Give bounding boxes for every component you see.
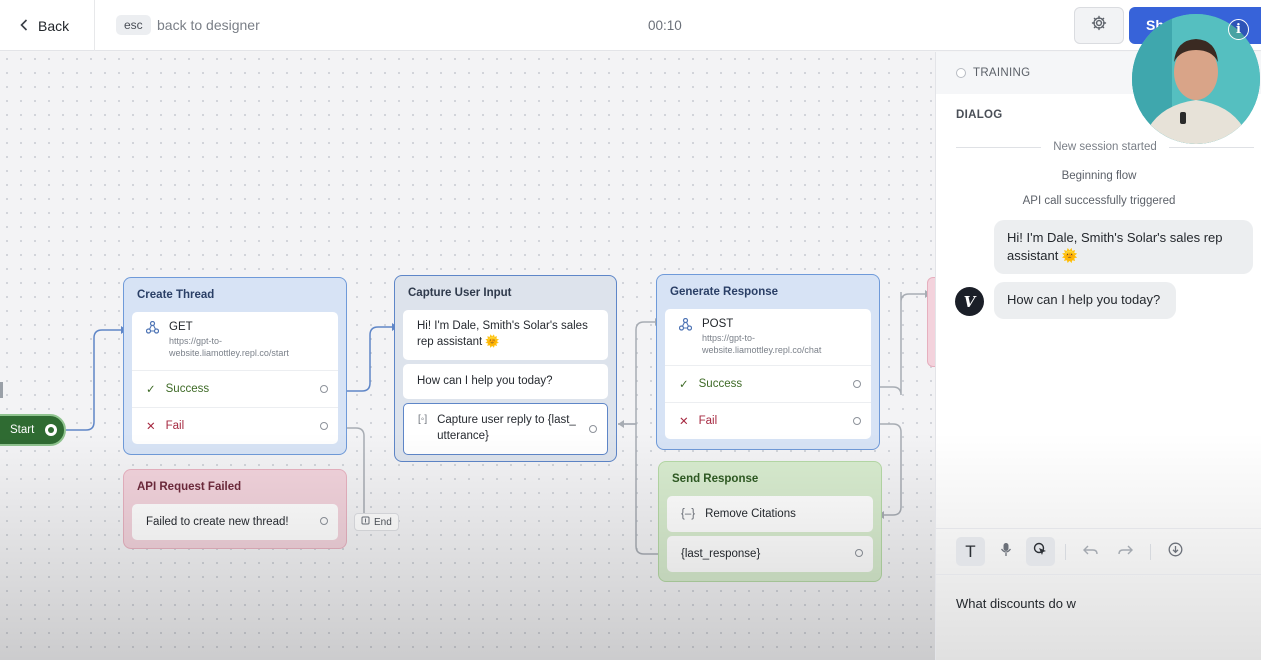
training-label: TRAINING <box>973 67 1031 79</box>
session-started-text: New session started <box>1053 141 1157 153</box>
x-icon: ✕ <box>679 416 689 428</box>
user-message-bubble: Hi! I'm Dale, Smith's Solar's sales rep … <box>994 220 1253 274</box>
top-bar: Back esc back to designer 00:10 Sh <box>0 0 1261 51</box>
prototype-panel: TRAINING DIALOG New session started Begi… <box>935 52 1261 660</box>
message-card[interactable]: Hi! I'm Dale, Smith's Solar's sales rep … <box>403 310 608 360</box>
chevron-left-icon <box>20 18 28 34</box>
message-text: Hi! I'm Dale, Smith's Solar's sales rep … <box>417 320 588 348</box>
api-icon <box>678 317 693 334</box>
node-title: Generate Response <box>670 286 779 298</box>
text-icon: T <box>965 541 976 561</box>
redo-icon <box>1118 543 1133 561</box>
capture-user-input-node[interactable]: Capture User Input Hi! I'm Dale, Smith's… <box>394 275 617 462</box>
node-title: Capture User Input <box>408 287 512 299</box>
input-toolbar: T <box>936 528 1261 575</box>
code-braces-icon: {–} <box>681 508 696 520</box>
info-icon[interactable]: i <box>1228 19 1249 40</box>
download-circle-icon <box>1168 542 1183 562</box>
redo-button[interactable] <box>1111 537 1140 566</box>
training-status-indicator <box>956 68 966 78</box>
step-text: Remove Citations <box>705 508 796 520</box>
api-method: GET <box>169 321 193 333</box>
message-text: How can I help you today? <box>1007 292 1161 307</box>
send-response-node[interactable]: Send Response {–} Remove Citations {last… <box>658 461 882 582</box>
message-text: Failed to create new thread! <box>146 516 289 528</box>
capture-icon: [◦] <box>418 414 428 425</box>
microphone-icon <box>1000 542 1012 562</box>
system-message: API call successfully triggered <box>1022 195 1176 207</box>
success-path[interactable]: ✓ Success <box>132 370 338 407</box>
capture-text: Capture user reply to {last_utterance} <box>437 414 576 442</box>
toolbar-divider <box>1150 543 1151 560</box>
end-icon <box>361 516 370 528</box>
generate-response-node[interactable]: Generate Response POST https://gpt-to-we… <box>656 274 880 450</box>
dialog-label: DIALOG <box>956 109 1003 121</box>
api-url: https://gpt-to-website.liamottley.repl.c… <box>169 336 289 358</box>
response-step-card[interactable]: {last_response} <box>667 536 873 572</box>
fail-label: Fail <box>698 415 718 427</box>
start-label: Start <box>10 424 35 436</box>
api-step-card[interactable]: POST https://gpt-to-website.liamottley.r… <box>665 309 871 439</box>
bot-message-bubble: How can I help you today? <box>994 282 1176 319</box>
end-label: End <box>374 516 392 528</box>
bot-avatar: V <box>955 287 984 316</box>
download-button[interactable] <box>1161 537 1190 566</box>
message-text: Hi! I'm Dale, Smith's Solar's sales rep … <box>1007 230 1223 263</box>
system-message: Beginning flow <box>1061 170 1137 182</box>
back-to-designer-link[interactable]: back to designer <box>157 17 260 33</box>
check-icon: ✓ <box>679 379 689 391</box>
code-step-card[interactable]: {–} Remove Citations <box>667 496 873 532</box>
flow-canvas[interactable]: Start Create Thread GET https://gpt-to-w… <box>0 52 935 660</box>
fail-path[interactable]: ✕ Fail <box>665 402 871 439</box>
success-port[interactable] <box>320 385 328 393</box>
message-card[interactable]: Failed to create new thread! <box>132 504 338 540</box>
fail-path[interactable]: ✕ Fail <box>132 407 338 444</box>
success-path[interactable]: ✓ Success <box>665 365 871 402</box>
offscreen-node-edge <box>927 277 935 367</box>
back-label: Back <box>38 17 70 34</box>
node-title: Create Thread <box>137 289 215 301</box>
start-node[interactable]: Start <box>0 414 66 446</box>
response-port[interactable] <box>855 549 863 557</box>
button-mode-button[interactable] <box>1026 537 1055 566</box>
message-input[interactable] <box>956 596 1246 611</box>
toolbar-divider <box>1065 543 1066 560</box>
settings-button[interactable] <box>1074 7 1124 44</box>
session-divider: New session started <box>956 141 1255 153</box>
start-port[interactable] <box>45 424 57 436</box>
back-button[interactable]: Back <box>0 0 95 51</box>
gear-icon <box>1091 15 1107 36</box>
fail-port[interactable] <box>853 417 861 425</box>
voice-mode-button[interactable] <box>991 537 1020 566</box>
fail-label: Fail <box>165 420 185 432</box>
esc-key-badge: esc <box>116 15 151 35</box>
node-title: Send Response <box>672 473 759 485</box>
api-icon <box>145 320 160 337</box>
message-text: How can I help you today? <box>417 375 553 387</box>
x-icon: ✕ <box>146 421 156 433</box>
api-url: https://gpt-to-website.liamottley.repl.c… <box>702 333 822 355</box>
capture-step-card[interactable]: [◦] Capture user reply to {last_utteranc… <box>403 403 608 455</box>
fail-port[interactable] <box>320 422 328 430</box>
session-timer: 00:10 <box>648 18 682 33</box>
api-request-failed-node[interactable]: API Request Failed Failed to create new … <box>123 469 347 549</box>
message-port[interactable] <box>320 517 328 525</box>
api-method: POST <box>702 318 734 330</box>
text-mode-button[interactable]: T <box>956 537 985 566</box>
node-title: API Request Failed <box>137 481 242 493</box>
success-port[interactable] <box>853 380 861 388</box>
cursor-click-icon <box>1033 542 1048 562</box>
canvas-edge-handle <box>0 382 3 398</box>
step-text: {last_response} <box>681 548 761 560</box>
check-icon: ✓ <box>146 384 156 396</box>
undo-button[interactable] <box>1076 537 1105 566</box>
api-step-card[interactable]: GET https://gpt-to-website.liamottley.re… <box>132 312 338 444</box>
create-thread-node[interactable]: Create Thread GET https://gpt-to-website… <box>123 277 347 455</box>
capture-port[interactable] <box>589 425 597 433</box>
message-card[interactable]: How can I help you today? <box>403 364 608 399</box>
success-label: Success <box>698 378 743 390</box>
end-node[interactable]: End <box>354 513 399 531</box>
undo-icon <box>1083 543 1098 561</box>
success-label: Success <box>165 383 210 395</box>
